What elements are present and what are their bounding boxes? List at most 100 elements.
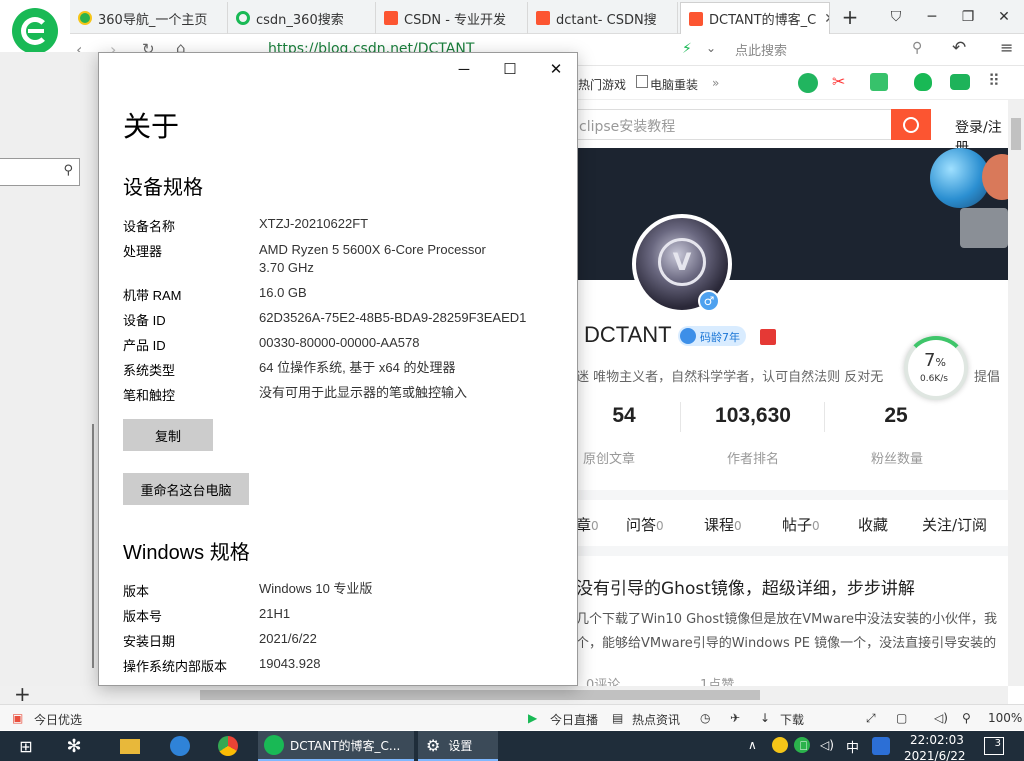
hot-news-link[interactable]: 热点资讯	[632, 711, 680, 728]
tab-csdn-search[interactable]: dctant- CSDN搜	[528, 2, 678, 34]
article-excerpt-line: 几个下载了Win10 Ghost镜像但是放在VMware中没法安装的小伙伴，我	[576, 612, 997, 627]
divider	[824, 402, 825, 432]
tab-courses[interactable]: 课程0	[704, 514, 742, 535]
windows-start-icon[interactable]: ⊞	[6, 731, 46, 761]
scrollbar-thumb[interactable]	[1011, 118, 1021, 150]
rename-pc-button[interactable]: 重命名这台电脑	[123, 473, 249, 505]
translate-icon[interactable]	[870, 73, 888, 91]
page-search-button[interactable]	[891, 109, 931, 140]
tab-strip: 360导航_一个主页 csdn_360搜索 CSDN - 专业开发 dctant…	[70, 0, 1024, 34]
today-picks-link[interactable]: 今日优选	[34, 711, 82, 728]
chrome-icon[interactable]	[208, 731, 248, 761]
spec-label: 笔和触控	[123, 388, 176, 403]
minimize-button[interactable]: ─	[441, 53, 487, 85]
tab-posts[interactable]: 帖子0	[782, 514, 820, 535]
live-link[interactable]: 今日直播	[550, 711, 598, 728]
chevron-up-icon[interactable]: ∧	[748, 738, 757, 752]
tab-favorites[interactable]: 收藏	[858, 514, 888, 535]
new-tab-button[interactable]: +	[832, 0, 868, 34]
apps-grid-icon[interactable]: ⠿	[988, 71, 1000, 90]
device-name-value: XTZJ-20210622FT	[259, 216, 369, 231]
page-vertical-scrollbar[interactable]	[1008, 100, 1024, 686]
network-icon[interactable]: ⎕	[800, 739, 807, 754]
maximize-button[interactable]: ☐	[487, 53, 533, 85]
progress-unit: %	[935, 356, 946, 369]
shield-icon[interactable]	[914, 73, 932, 91]
clock-icon[interactable]: ◷	[700, 711, 710, 725]
bookmark-pc-reinstall[interactable]: 电脑重装	[650, 76, 698, 93]
download-link[interactable]: 下载	[780, 711, 804, 728]
tab-dctant-blog[interactable]: DCTANT的博客_C ✕	[680, 2, 830, 34]
settings-main-window: ⚲	[0, 52, 98, 686]
gift-icon[interactable]: ▣	[12, 711, 23, 725]
shirt-skin-icon[interactable]: ⛉	[878, 0, 914, 34]
install-date-value: 2021/6/22	[259, 631, 317, 646]
csdn-icon	[384, 11, 398, 25]
search-input[interactable]: 点此搜索	[735, 40, 915, 60]
screenshot-icon[interactable]: ⤢	[866, 711, 876, 726]
zoom-icon[interactable]: ⚲	[962, 711, 971, 725]
scrollbar-thumb[interactable]	[200, 690, 760, 700]
spec-label: 操作系统内部版本	[123, 659, 228, 674]
notification-center-icon[interactable]: 3	[984, 737, 1004, 755]
code-age-badge: 码龄7年	[678, 326, 746, 346]
close-tab-icon[interactable]: ✕	[824, 11, 829, 27]
tab-articles[interactable]: 章0	[576, 514, 599, 535]
page-search-input[interactable]: clipse安装教程	[560, 109, 892, 140]
volume-icon[interactable]: ◁)	[934, 711, 948, 725]
taskbar-settings-window[interactable]: ⚙ 设置	[418, 731, 498, 761]
minimize-button[interactable]: ─	[914, 0, 950, 34]
close-window-button[interactable]: ✕	[986, 0, 1022, 34]
volume-icon[interactable]: ◁)	[820, 738, 834, 752]
product-id-value: 00330-80000-00000-AA578	[259, 335, 420, 350]
tab-follows[interactable]: 关注/订阅	[922, 514, 987, 535]
ime-icon[interactable]	[872, 737, 890, 755]
progress-value: 7	[924, 350, 936, 371]
security-tray-icon[interactable]	[772, 737, 788, 753]
tab-360-nav[interactable]: 360导航_一个主页	[70, 2, 228, 34]
chevron-down-icon[interactable]: ⌄	[706, 41, 716, 55]
browser-logo-icon[interactable]	[12, 8, 58, 54]
tab-csdn-home[interactable]: CSDN - 专业开发	[376, 2, 528, 34]
file-explorer-icon[interactable]	[110, 731, 150, 761]
settings-search-input[interactable]: ⚲	[0, 158, 80, 186]
scissors-icon[interactable]: ✂	[832, 72, 845, 91]
document-icon	[636, 75, 648, 88]
scrollbar-thumb[interactable]	[92, 424, 94, 668]
undo-icon[interactable]: ↶	[952, 38, 966, 58]
edition-value: Windows 10 专业版	[259, 581, 373, 596]
taskbar-browser-window[interactable]: DCTANT的博客_C...	[258, 731, 414, 761]
edge-icon[interactable]	[160, 731, 200, 761]
system-type-value: 64 位操作系统, 基于 x64 的处理器	[259, 360, 456, 375]
search-icon[interactable]: ⚲	[912, 40, 922, 56]
tab-360-search[interactable]: csdn_360搜索	[228, 2, 376, 34]
zoom-level[interactable]: 100%	[988, 711, 1022, 725]
restore-button[interactable]: ❐	[950, 0, 986, 34]
spec-label: 机带 RAM	[123, 288, 182, 303]
ime-mode[interactable]: 中	[846, 737, 859, 756]
clock-date[interactable]: 2021/6/22	[904, 749, 966, 761]
more-bookmarks-icon[interactable]: »	[712, 76, 719, 90]
wechat-icon[interactable]	[798, 73, 818, 93]
game-controller-icon[interactable]	[950, 74, 970, 90]
download-icon: ↓	[760, 711, 771, 725]
windows-taskbar: ⊞ ✻ DCTANT的博客_C... ⚙ 设置 ∧ ⎕ ◁) 中 22:02:0…	[0, 731, 1024, 761]
copy-button[interactable]: 复制	[123, 419, 213, 451]
page-horizontal-scrollbar[interactable]: +	[0, 682, 1008, 706]
lightning-icon[interactable]: ⚡	[682, 41, 692, 57]
device-id-value: 62D3526A-75E2-48B5-BDA9-28259F3EAED1	[259, 310, 527, 325]
stat-fans-value: 25	[884, 404, 908, 427]
tab-qa[interactable]: 问答0	[626, 514, 664, 535]
window-icon[interactable]: ▢	[896, 711, 907, 725]
article-title[interactable]: 没有引导的Ghost镜像，超级详细，步步讲解	[576, 574, 915, 599]
pinwheel-app-icon[interactable]: ✻	[54, 731, 94, 761]
close-button[interactable]: ✕	[533, 53, 577, 85]
speed-ball[interactable]: 7% 0.6K/s	[904, 336, 968, 400]
bookmark-hot-games[interactable]: 热门游戏	[578, 76, 626, 93]
processor-value: AMD Ryzen 5 5600X 6-Core Processor	[259, 242, 486, 257]
clock-time[interactable]: 22:02:03	[910, 733, 964, 747]
menu-icon[interactable]: ≡	[1000, 38, 1013, 57]
article-card[interactable]: 没有引导的Ghost镜像，超级详细，步步讲解 几个下载了Win10 Ghost镜…	[560, 556, 1008, 686]
pin-icon[interactable]: ✈	[730, 711, 740, 725]
spec-label: 系统类型	[123, 363, 176, 378]
